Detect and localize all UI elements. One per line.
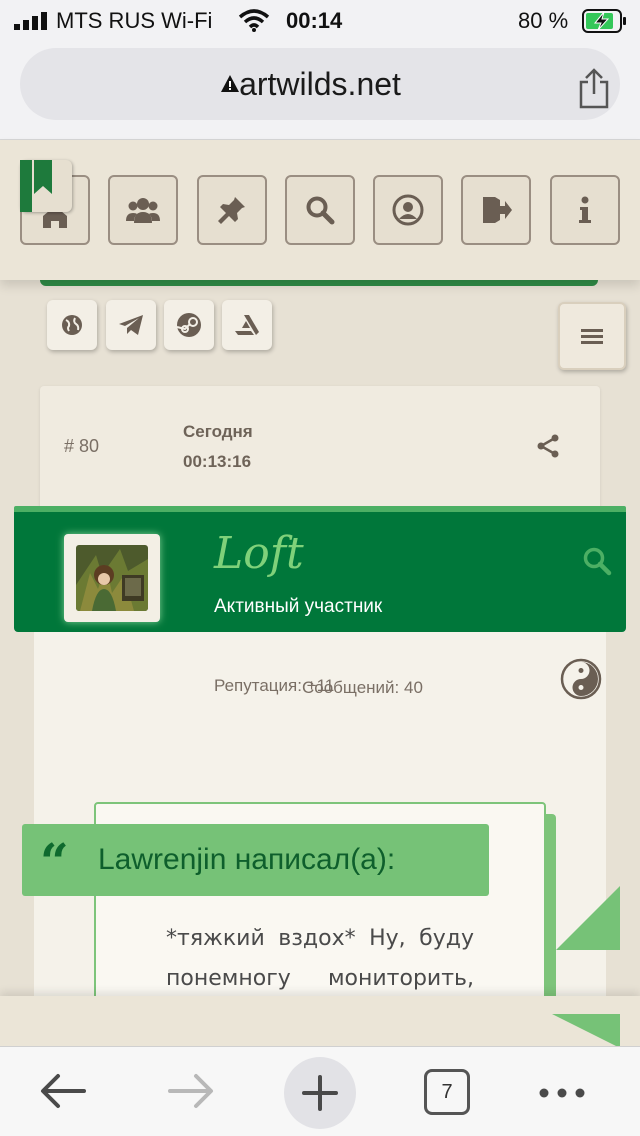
status-bar: MTS RUS Wi-Fi 00:14 80 % bbox=[0, 0, 640, 42]
messages-count-label: Сообщений: 40 bbox=[302, 678, 423, 697]
search-button[interactable] bbox=[285, 175, 355, 245]
yin-yang-icon bbox=[560, 658, 602, 700]
share-nodes-icon[interactable] bbox=[536, 434, 560, 458]
back-arrow-icon[interactable] bbox=[38, 1073, 88, 1109]
post-date: Сегодня bbox=[183, 422, 253, 441]
info-icon bbox=[579, 196, 591, 223]
website-link[interactable] bbox=[47, 300, 97, 350]
bookmark-icon bbox=[20, 160, 52, 212]
members-button[interactable] bbox=[108, 175, 178, 245]
search-icon[interactable] bbox=[582, 546, 612, 576]
address-bar[interactable]: artwilds.net bbox=[20, 48, 620, 120]
sign-out-icon bbox=[483, 197, 512, 223]
author-name[interactable]: Loft bbox=[214, 528, 304, 579]
cell-signal-icon bbox=[14, 12, 47, 30]
post-time: 00:13:16 bbox=[183, 452, 252, 471]
telegram-link[interactable] bbox=[106, 300, 156, 350]
post-header: # 80 Сегодня 00:13:16 bbox=[40, 386, 600, 516]
author-title: Активный участник bbox=[214, 596, 383, 617]
steam-link[interactable] bbox=[164, 300, 214, 350]
author-banner: Loft Активный участник bbox=[14, 506, 626, 632]
carrier-label: MTS RUS Wi-Fi bbox=[56, 8, 213, 33]
logout-button[interactable] bbox=[461, 175, 531, 245]
clock-label: 00:14 bbox=[286, 8, 343, 33]
decorative-triangle bbox=[556, 886, 620, 950]
search-icon bbox=[306, 196, 335, 225]
browser-toolbar: 7 bbox=[0, 1046, 640, 1136]
avatar[interactable] bbox=[64, 534, 160, 622]
wifi-icon bbox=[238, 9, 270, 32]
pin-icon bbox=[218, 197, 245, 224]
pinned-button[interactable] bbox=[197, 175, 267, 245]
quote-icon: “ bbox=[40, 832, 69, 891]
decorative-triangle bbox=[552, 1014, 620, 1048]
globe-icon bbox=[62, 315, 82, 335]
share-icon[interactable] bbox=[576, 68, 612, 110]
steam-icon bbox=[176, 313, 201, 337]
hamburger-icon bbox=[581, 329, 603, 344]
profile-button[interactable] bbox=[373, 175, 443, 245]
info-button[interactable] bbox=[550, 175, 620, 245]
battery-percent: 80 % bbox=[518, 8, 569, 33]
telegram-icon bbox=[119, 315, 143, 335]
plus-icon bbox=[302, 1075, 338, 1111]
more-dots-icon[interactable] bbox=[538, 1087, 586, 1099]
quote-header[interactable]: “ Lawrenjin написал(а): bbox=[22, 824, 489, 896]
quote-text-line: понемногу мониторить, bbox=[166, 966, 474, 991]
battery-charging-icon bbox=[582, 9, 626, 33]
quote-author-label: Lawrenjin написал(а): bbox=[98, 843, 396, 876]
tabs-button[interactable]: 7 bbox=[424, 1069, 470, 1115]
artstation-icon bbox=[235, 315, 259, 335]
menu-button[interactable] bbox=[558, 302, 626, 370]
post-number[interactable]: # 80 bbox=[64, 436, 99, 457]
user-circle-icon bbox=[392, 194, 424, 226]
new-tab-button[interactable] bbox=[284, 1057, 356, 1129]
bookmark-badge[interactable] bbox=[20, 160, 72, 212]
users-icon bbox=[126, 198, 160, 223]
forward-arrow-icon[interactable] bbox=[166, 1073, 216, 1109]
browser-address-area: artwilds.net bbox=[0, 42, 640, 140]
url-text: artwilds.net bbox=[239, 66, 401, 102]
site-top-nav bbox=[0, 140, 640, 280]
page-bottom-bar bbox=[0, 996, 640, 1046]
avatar-image bbox=[76, 545, 148, 611]
artstation-link[interactable] bbox=[222, 300, 272, 350]
quote-text-line: *тяжкий вздох* Ну, буду bbox=[166, 926, 474, 951]
